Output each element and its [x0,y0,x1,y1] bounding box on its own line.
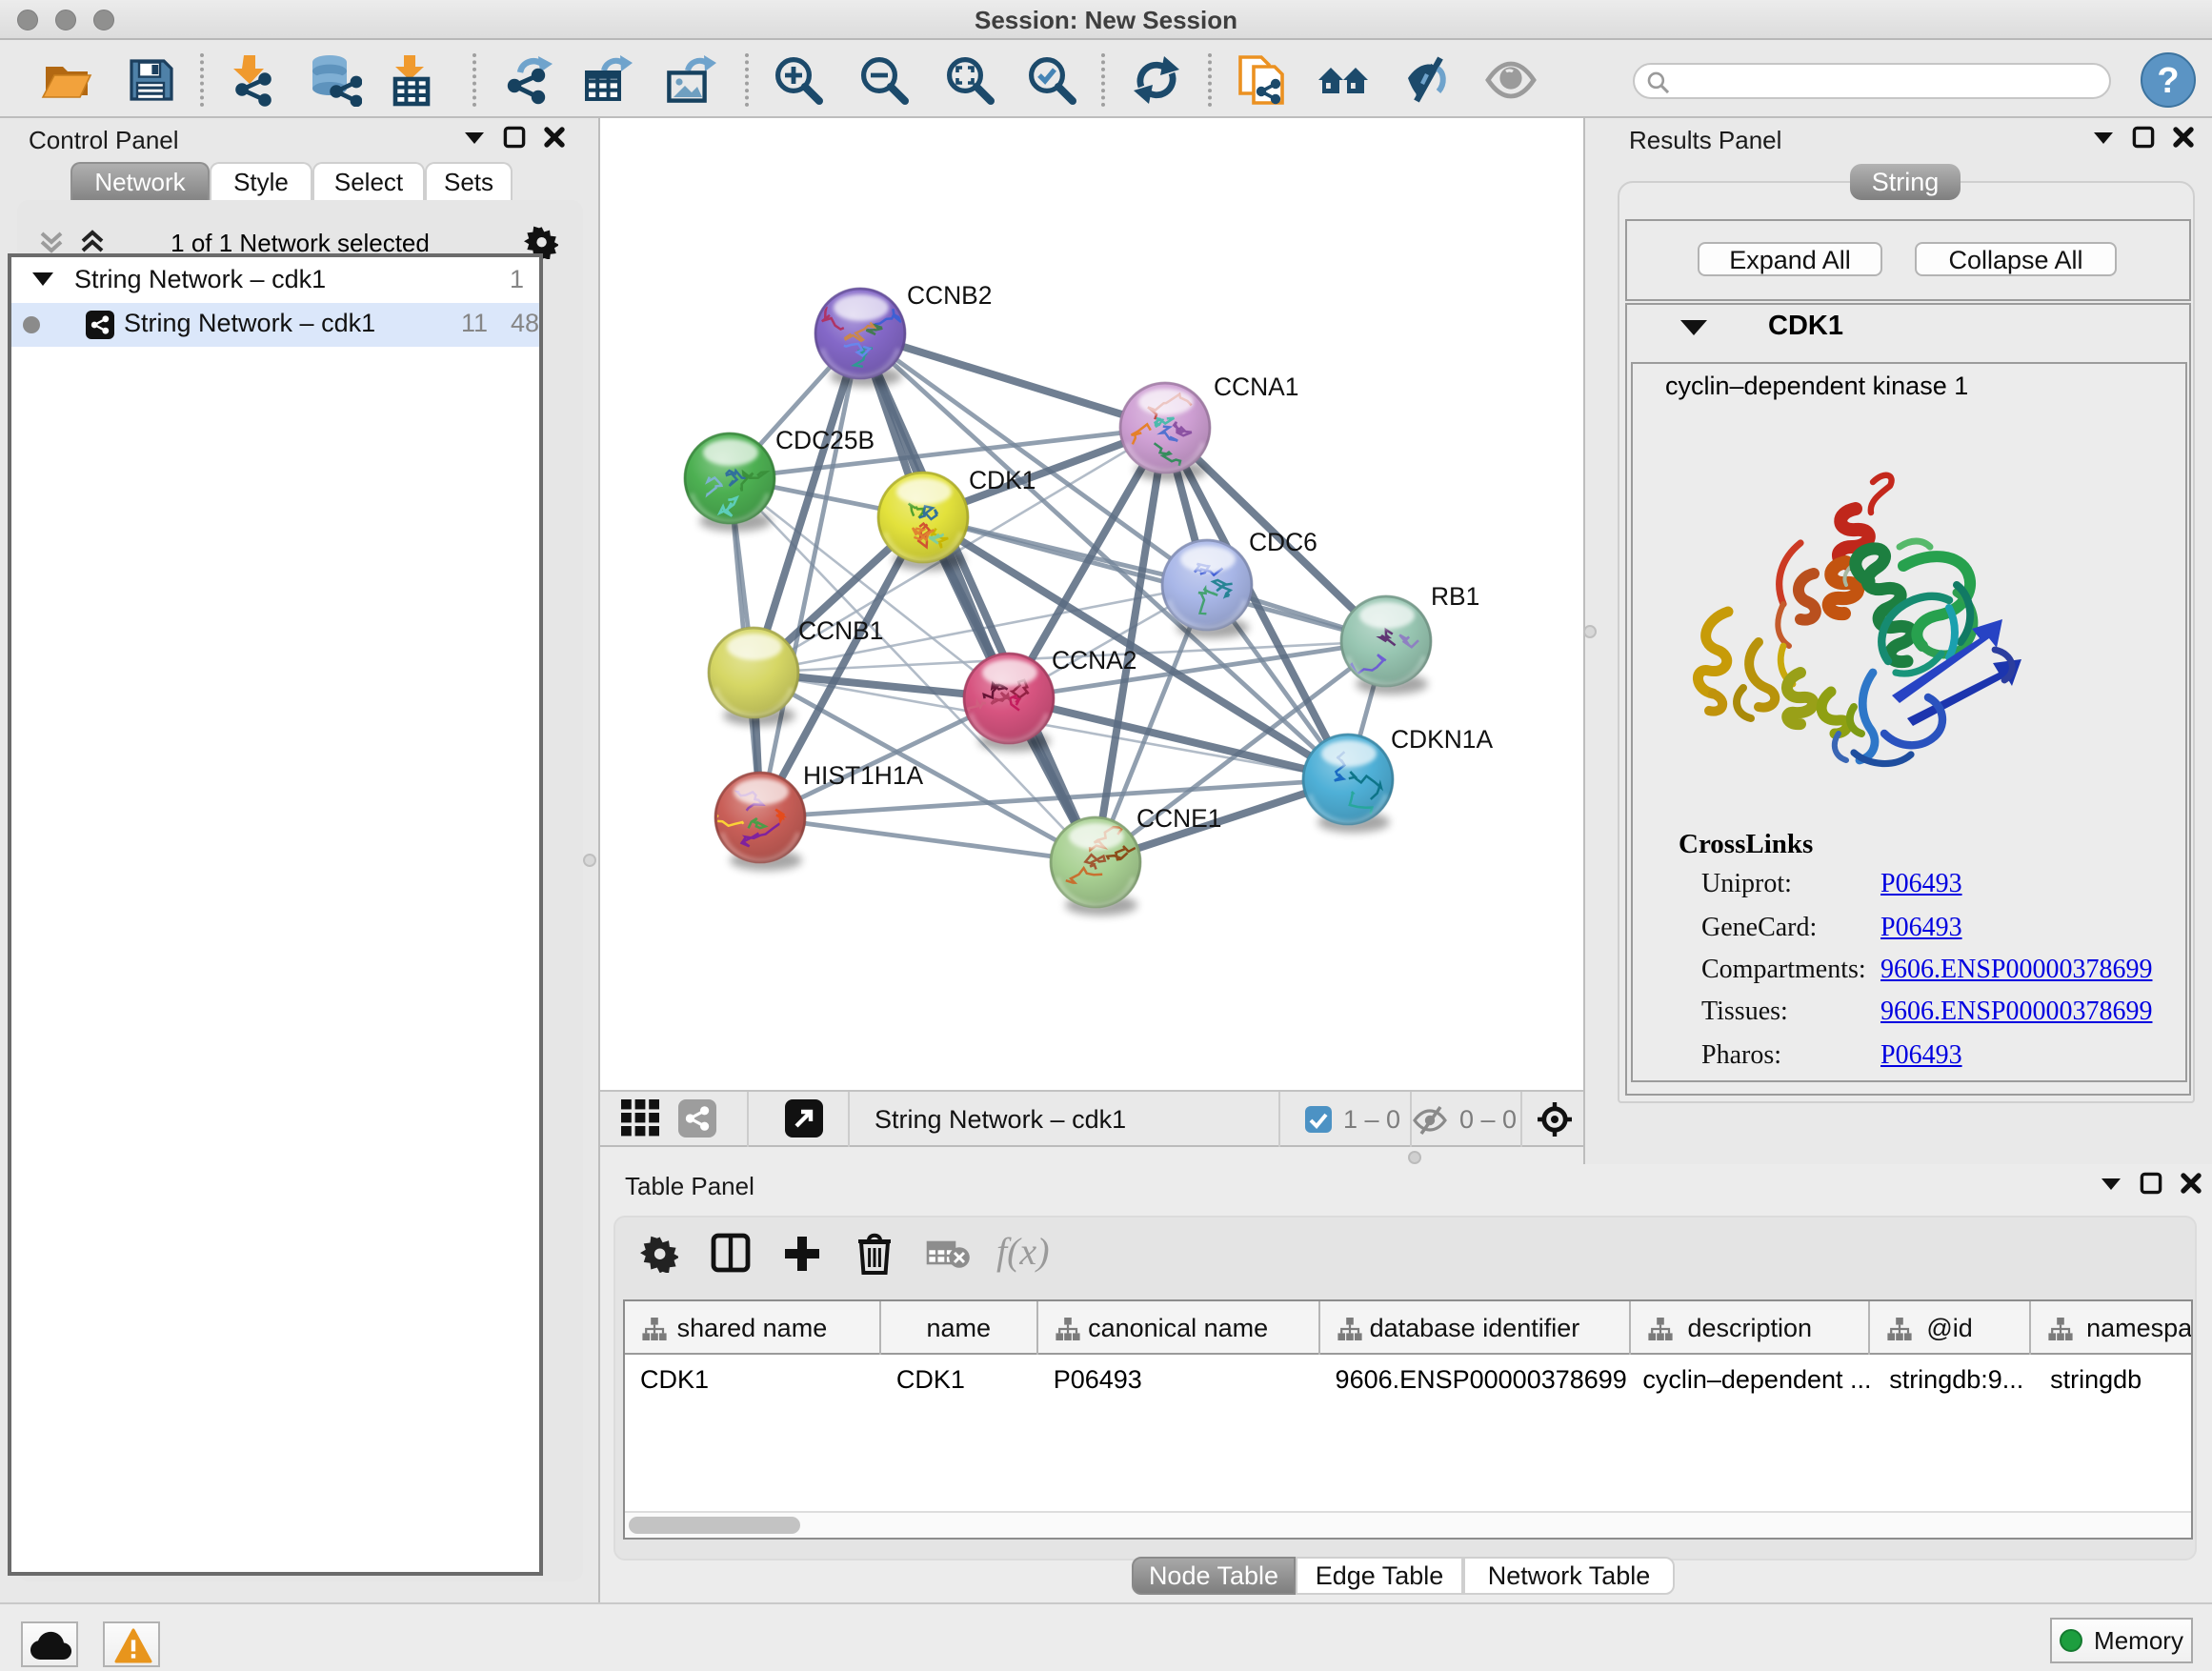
svg-text:CCNB2: CCNB2 [907,281,992,310]
svg-text:CCNE1: CCNE1 [1136,804,1221,833]
svg-text:HIST1H1A: HIST1H1A [803,761,924,790]
svg-text:?: ? [2157,61,2179,101]
svg-text:CDKN1A: CDKN1A [1391,725,1493,754]
svg-text:RB1: RB1 [1431,582,1479,611]
svg-text:CCNB1: CCNB1 [798,616,883,645]
svg-text:CCNA1: CCNA1 [1214,372,1298,401]
svg-text:CCNA2: CCNA2 [1052,646,1136,674]
svg-text:CDC25B: CDC25B [775,426,875,454]
svg-text:CDC6: CDC6 [1249,528,1317,556]
svg-text:CDK1: CDK1 [969,466,1036,494]
